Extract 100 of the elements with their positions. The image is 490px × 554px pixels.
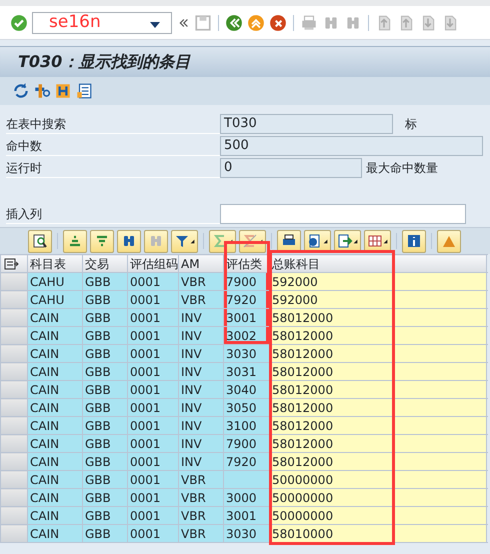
layout-button[interactable] xyxy=(364,230,391,252)
table-cell: CAIN xyxy=(28,416,82,434)
row-selector[interactable] xyxy=(0,308,28,326)
row-selector[interactable] xyxy=(0,524,28,542)
table-cell: CAIN xyxy=(28,308,82,326)
print-icon[interactable] xyxy=(300,14,318,32)
column-header[interactable]: 评估组码 xyxy=(128,254,178,272)
row-selector[interactable] xyxy=(0,326,28,344)
sort-descending-button[interactable] xyxy=(90,230,114,252)
column-header[interactable]: AM xyxy=(178,254,224,272)
column-header[interactable]: 科目表 xyxy=(28,254,82,272)
find-next-icon xyxy=(148,233,164,249)
sort-ascending-button[interactable] xyxy=(63,230,87,252)
row-selector[interactable] xyxy=(0,452,28,470)
table-cell: CAIN xyxy=(28,380,82,398)
table-cell: 3001 xyxy=(224,506,270,524)
table-cell: 0001 xyxy=(128,524,178,542)
table-cell: 0001 xyxy=(128,398,178,416)
table-cell: 58012000 xyxy=(270,308,486,326)
find-button[interactable] xyxy=(117,230,141,252)
tool-icon[interactable] xyxy=(33,82,51,100)
table-cell: 7900 xyxy=(224,434,270,452)
table-cell: 3050 xyxy=(224,398,270,416)
table-cell: GBB xyxy=(82,308,128,326)
table-cell: 0001 xyxy=(128,452,178,470)
cancel-icon[interactable] xyxy=(269,14,287,32)
document-icon[interactable] xyxy=(75,82,93,100)
dropdown-caret-icon xyxy=(190,238,195,244)
details-button[interactable] xyxy=(28,230,52,252)
field-label: 命中数 xyxy=(6,136,220,156)
table-cell: VBR xyxy=(178,488,224,506)
filter-button[interactable] xyxy=(171,230,198,252)
details-icon xyxy=(32,233,48,249)
table-cell: CAIN xyxy=(28,344,82,362)
table-cell: CAIN xyxy=(28,434,82,452)
dropdown-caret-icon xyxy=(353,238,358,244)
print-button[interactable] xyxy=(277,230,301,252)
exit-icon[interactable] xyxy=(247,14,265,32)
sort-descending-icon xyxy=(94,233,110,249)
table-cell: GBB xyxy=(82,362,128,380)
table-cell: VBR xyxy=(178,272,224,290)
refresh-icon[interactable] xyxy=(12,82,30,100)
command-field[interactable]: se16n xyxy=(32,12,172,34)
row-selector[interactable] xyxy=(0,290,28,308)
table-cell: 0001 xyxy=(128,470,178,488)
table-cell: 7920 xyxy=(224,452,270,470)
table-cell: GBB xyxy=(82,290,128,308)
row-selector[interactable] xyxy=(0,398,28,416)
bracket-icon[interactable] xyxy=(54,82,72,100)
table-cell: 58012000 xyxy=(270,326,486,344)
table-cell: GBB xyxy=(82,272,128,290)
table-cell: 50000000 xyxy=(270,470,486,488)
field-label: 插入列 xyxy=(6,204,220,224)
table-cell: 58012000 xyxy=(270,398,486,416)
column-header[interactable]: 交易 xyxy=(82,254,128,272)
view-button[interactable] xyxy=(304,230,331,252)
field-label: 在表中搜索 xyxy=(6,114,220,134)
row-selector[interactable] xyxy=(0,362,28,380)
find-icon xyxy=(121,233,137,249)
table-cell: GBB xyxy=(82,380,128,398)
row-selector[interactable] xyxy=(0,416,28,434)
table-cell: INV xyxy=(178,308,224,326)
information-icon xyxy=(406,233,422,249)
table-cell: 3030 xyxy=(224,524,270,542)
column-header[interactable]: 总账科目 xyxy=(270,254,486,272)
sum-button[interactable] xyxy=(209,230,236,252)
export-button[interactable] xyxy=(334,230,361,252)
row-selector[interactable] xyxy=(0,344,28,362)
row-selector[interactable] xyxy=(0,488,28,506)
table-cell: 50000000 xyxy=(270,506,486,524)
table-cell: INV xyxy=(178,380,224,398)
row-selector[interactable] xyxy=(0,434,28,452)
select-all-icon[interactable] xyxy=(3,256,19,272)
row-selector[interactable] xyxy=(0,470,28,488)
table-cell: 0001 xyxy=(128,434,178,452)
table-cell: INV xyxy=(178,434,224,452)
table-cell: CAIN xyxy=(28,452,82,470)
table-cell: GBB xyxy=(82,470,128,488)
table-cell: CAIN xyxy=(28,362,82,380)
table-cell: CAIN xyxy=(28,326,82,344)
table-cell: 0001 xyxy=(128,506,178,524)
table-cell: 0001 xyxy=(128,290,178,308)
table-cell: GBB xyxy=(82,416,128,434)
ok-icon[interactable] xyxy=(10,14,28,32)
table-cell: 58012000 xyxy=(270,344,486,362)
input-field[interactable] xyxy=(220,204,466,224)
graphic-button[interactable] xyxy=(437,230,461,252)
row-selector[interactable] xyxy=(0,506,28,524)
table-cell: INV xyxy=(178,344,224,362)
table-cell: INV xyxy=(178,326,224,344)
information-button[interactable] xyxy=(402,230,426,252)
table-cell: 0001 xyxy=(128,326,178,344)
table-cell: 3031 xyxy=(224,362,270,380)
back-icon[interactable] xyxy=(225,14,243,32)
dropdown-caret-icon[interactable] xyxy=(149,20,161,28)
table-cell: INV xyxy=(178,452,224,470)
row-selector[interactable] xyxy=(0,380,28,398)
table-cell: 0001 xyxy=(128,308,178,326)
dropdown-caret-icon xyxy=(323,238,328,244)
table-cell: 7900 xyxy=(224,272,270,290)
